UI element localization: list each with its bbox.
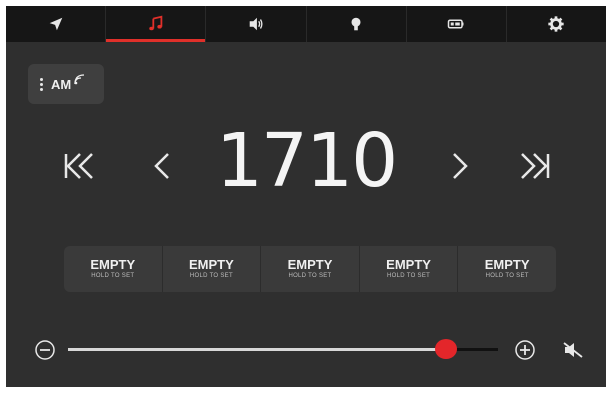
preset-subtitle: HOLD TO SET (485, 273, 529, 279)
minus-circle-icon[interactable] (34, 339, 56, 361)
volume-slider-knob[interactable] (435, 339, 458, 359)
preset-title: EMPTY (90, 257, 136, 272)
tab-audio[interactable] (206, 6, 307, 42)
chevron-left-icon[interactable] (140, 144, 184, 188)
preset-title: EMPTY (188, 257, 234, 272)
music-note-icon (149, 15, 163, 31)
radio-screen: AM 1710 EMPTY HOLD TO SET EMPTY HOLD TO … (6, 6, 606, 387)
preset-subtitle: HOLD TO SET (189, 273, 233, 279)
chevron-right-icon[interactable] (438, 144, 482, 188)
lightbulb-icon (351, 17, 361, 31)
speaker-icon (249, 17, 263, 31)
preset-button-1[interactable]: EMPTY HOLD TO SET (64, 246, 163, 292)
tab-lighting[interactable] (307, 6, 407, 42)
tab-phone[interactable] (407, 6, 507, 42)
plus-circle-icon[interactable] (514, 339, 536, 361)
gear-icon (548, 16, 565, 32)
seek-forward-icon[interactable] (514, 144, 558, 188)
menu-dots-icon (40, 77, 43, 91)
broadcast-icon (74, 74, 85, 85)
preset-button-4[interactable]: EMPTY HOLD TO SET (360, 246, 459, 292)
source-label: AM (51, 76, 72, 92)
preset-subtitle: HOLD TO SET (288, 273, 332, 279)
preset-bar: EMPTY HOLD TO SET EMPTY HOLD TO SET EMPT… (64, 246, 556, 292)
volume-slider[interactable] (68, 339, 498, 359)
volume-slider-fill (68, 348, 447, 351)
top-tab-bar (6, 6, 606, 42)
navigation-arrow-icon (49, 17, 62, 31)
preset-subtitle: HOLD TO SET (91, 273, 135, 279)
tab-settings[interactable] (507, 6, 606, 42)
battery-icon (448, 19, 464, 29)
preset-button-5[interactable]: EMPTY HOLD TO SET (458, 246, 556, 292)
frequency-display: 1710 (215, 118, 398, 204)
preset-title: EMPTY (484, 257, 530, 272)
mute-icon[interactable] (562, 339, 584, 361)
preset-button-2[interactable]: EMPTY HOLD TO SET (163, 246, 262, 292)
seek-back-icon[interactable] (56, 144, 100, 188)
tab-navigation[interactable] (6, 6, 107, 42)
preset-title: EMPTY (287, 257, 333, 272)
source-select-button[interactable]: AM (28, 64, 104, 104)
preset-subtitle: HOLD TO SET (387, 273, 431, 279)
preset-title: EMPTY (386, 257, 431, 272)
tab-media[interactable] (106, 6, 207, 42)
preset-button-3[interactable]: EMPTY HOLD TO SET (261, 246, 360, 292)
